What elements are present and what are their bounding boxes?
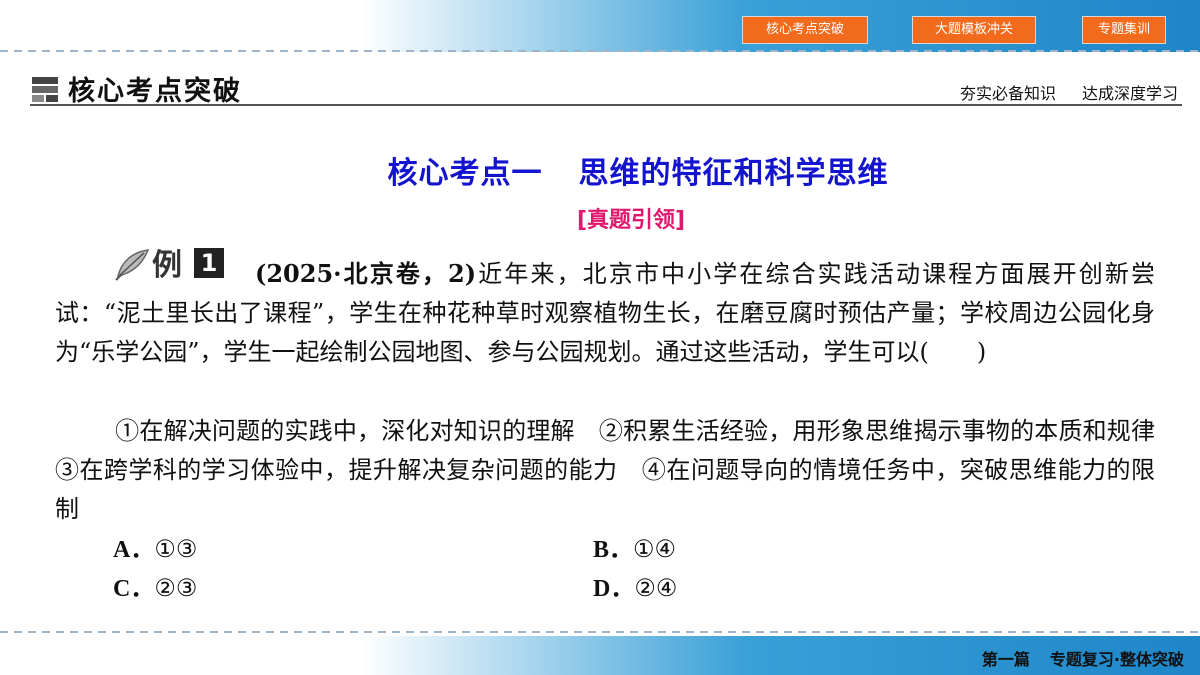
section-subtitle-right: 达成深度学习: [1081, 84, 1178, 103]
page-title-left: 核心考点一: [387, 156, 543, 191]
question-source: (2025·北京卷，2): [255, 259, 477, 288]
choice-b-letter: B．: [593, 537, 634, 563]
choice-b-value: ①④: [633, 535, 677, 563]
section-bar-icon: [32, 77, 58, 102]
section-header: 核心考点突破 夯实必备知识 达成深度学习: [30, 68, 1182, 108]
sub-heading: [真题引领]: [576, 208, 686, 233]
choice-c[interactable]: C．②③: [113, 569, 197, 609]
statements-text: ①在解决问题的实践中，深化对知识的理解 ②积累生活经验，用形象思维揭示事物的本质…: [55, 417, 1179, 523]
choice-c-value: ②③: [154, 574, 198, 602]
choice-a-letter: A．: [113, 537, 155, 563]
choice-d-value: ②④: [634, 574, 678, 602]
page-title: 核心考点一 思维的特征和科学思维: [0, 148, 1200, 192]
question-statements: ①在解决问题的实践中，深化对知识的理解 ②积累生活经验，用形象思维揭示事物的本质…: [55, 412, 1179, 529]
section-subtitle: 夯实必备知识 达成深度学习: [960, 80, 1178, 104]
choice-d[interactable]: D．②④: [593, 569, 677, 609]
choice-d-letter: D．: [593, 576, 635, 602]
choice-c-letter: C．: [113, 576, 155, 602]
footer: 第一篇 专题复习·整体突破: [982, 646, 1184, 670]
footer-part: 第一篇: [981, 650, 1030, 669]
section-title: 核心考点突破: [68, 76, 242, 107]
choice-a[interactable]: A．①③: [113, 530, 197, 570]
nav-button-training[interactable]: 专题集训: [1082, 16, 1166, 44]
top-divider: [0, 50, 1200, 52]
question-text: 近年来，北京市中小学在综合实践活动课程方面展开创新尝试：“泥土里长出了课程”，学…: [55, 260, 1156, 366]
section-underline: [30, 104, 1182, 106]
nav-button-template[interactable]: 大题模板冲关: [912, 16, 1036, 44]
choice-b[interactable]: B．①④: [593, 530, 676, 570]
nav-button-core-points[interactable]: 核心考点突破: [742, 16, 868, 44]
bottom-divider: [0, 631, 1200, 633]
section-subtitle-left: 夯实必备知识: [959, 84, 1056, 103]
choice-a-value: ①③: [154, 535, 198, 563]
question-stem: (2025·北京卷，2)近年来，北京市中小学在综合实践活动课程方面展开创新尝试：…: [55, 254, 1155, 372]
footer-title: 专题复习·整体突破: [1049, 650, 1184, 669]
page-title-right: 思维的特征和科学思维: [578, 156, 889, 191]
